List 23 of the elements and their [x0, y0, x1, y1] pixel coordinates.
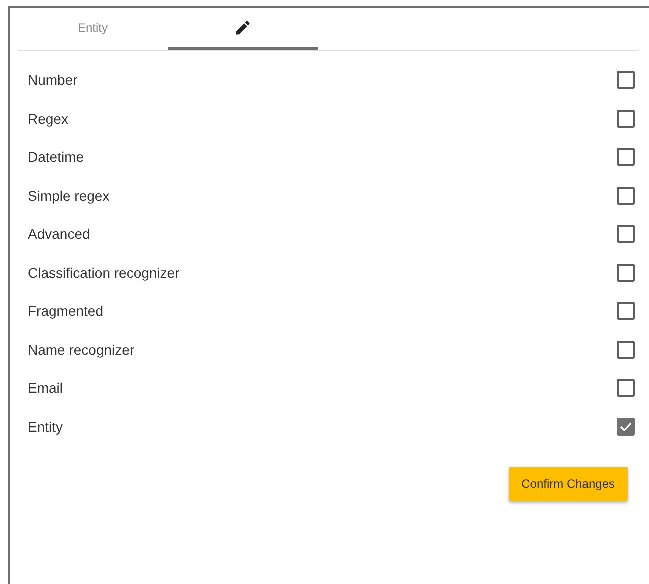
option-label: Simple regex	[28, 188, 110, 204]
checkbox[interactable]	[617, 225, 635, 244]
option-label: Classification recognizer	[28, 264, 180, 281]
checkmark-icon	[620, 422, 632, 432]
checkbox[interactable]	[617, 302, 635, 320]
option-label: Fragmented	[28, 303, 104, 320]
checkbox[interactable]	[617, 71, 635, 90]
checkbox[interactable]	[617, 379, 635, 398]
option-label: Email	[28, 380, 64, 396]
confirm-button[interactable]: Confirm Changes	[508, 467, 628, 501]
option-label: Number	[28, 72, 78, 88]
option-label: Entity	[28, 418, 64, 435]
option-label: Datetime	[28, 149, 84, 166]
checkbox[interactable]	[617, 186, 635, 205]
option-label: Advanced	[28, 226, 90, 242]
checkbox[interactable]	[617, 110, 635, 128]
pencil-icon	[234, 18, 252, 36]
option-label: Regex	[28, 110, 68, 127]
checkbox[interactable]	[617, 148, 635, 166]
option-label: Name recognizer	[28, 342, 135, 358]
checkbox[interactable]	[617, 340, 635, 359]
checkbox[interactable]	[617, 418, 635, 436]
checkbox[interactable]	[617, 264, 635, 282]
